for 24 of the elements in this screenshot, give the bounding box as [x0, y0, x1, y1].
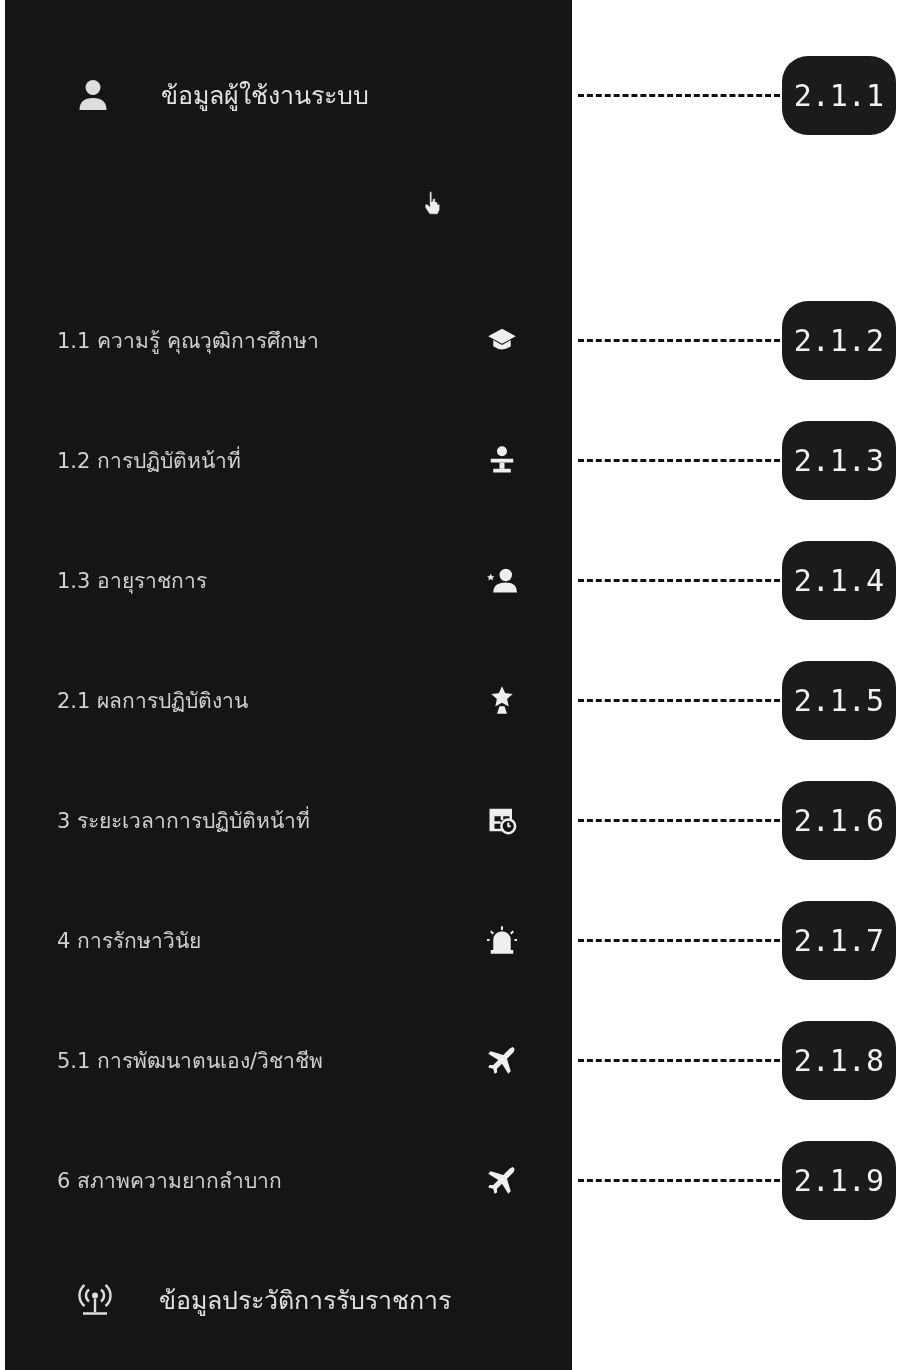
airplane-icon	[487, 1045, 517, 1075]
menu-item[interactable]: 1.3 อายุราชการ	[5, 520, 572, 640]
callout-label: 2.1.5	[781, 660, 896, 740]
callout-label: 2.1.4	[781, 540, 896, 620]
menu-item[interactable]: 1.2 การปฏิบัติหน้าที่	[5, 400, 572, 520]
menu-item[interactable]: ข้อมูลประวัติการรับราชการ	[5, 1240, 572, 1360]
callout-label: 2.1.6	[781, 780, 896, 860]
menu-item[interactable]: 6 สภาพความยากลำบาก	[5, 1120, 572, 1240]
menu-item[interactable]: 4 การรักษาวินัย	[5, 880, 572, 1000]
callout-label: 2.1.1	[781, 55, 896, 135]
broadcast-icon	[77, 1282, 113, 1318]
callout-label: 2.1.3	[781, 420, 896, 500]
menu-item[interactable]: ข้อมูลผู้ใช้งานระบบ	[5, 35, 572, 155]
callout-label: 2.1.8	[781, 1020, 896, 1100]
menu-item[interactable]: 2.1 ผลการปฏิบัติงาน	[5, 640, 572, 760]
callout-label: 2.1.7	[781, 900, 896, 980]
airplane-icon	[487, 1165, 517, 1195]
menu-item[interactable]: 3 ระยะเวลาการปฏิบัติหน้าที่	[5, 760, 572, 880]
callout-label: 2.1.2	[781, 300, 896, 380]
siren-icon	[487, 925, 517, 955]
menu-item[interactable]: 5.1 การพัฒนาตนเอง/วิชาชีพ	[5, 1000, 572, 1120]
hand-cursor-icon	[424, 189, 442, 216]
menu-item[interactable]: 1.1 ความรู้ คุณวุฒิการศึกษา	[5, 280, 572, 400]
callout-label: 2.1.9	[781, 1140, 896, 1220]
